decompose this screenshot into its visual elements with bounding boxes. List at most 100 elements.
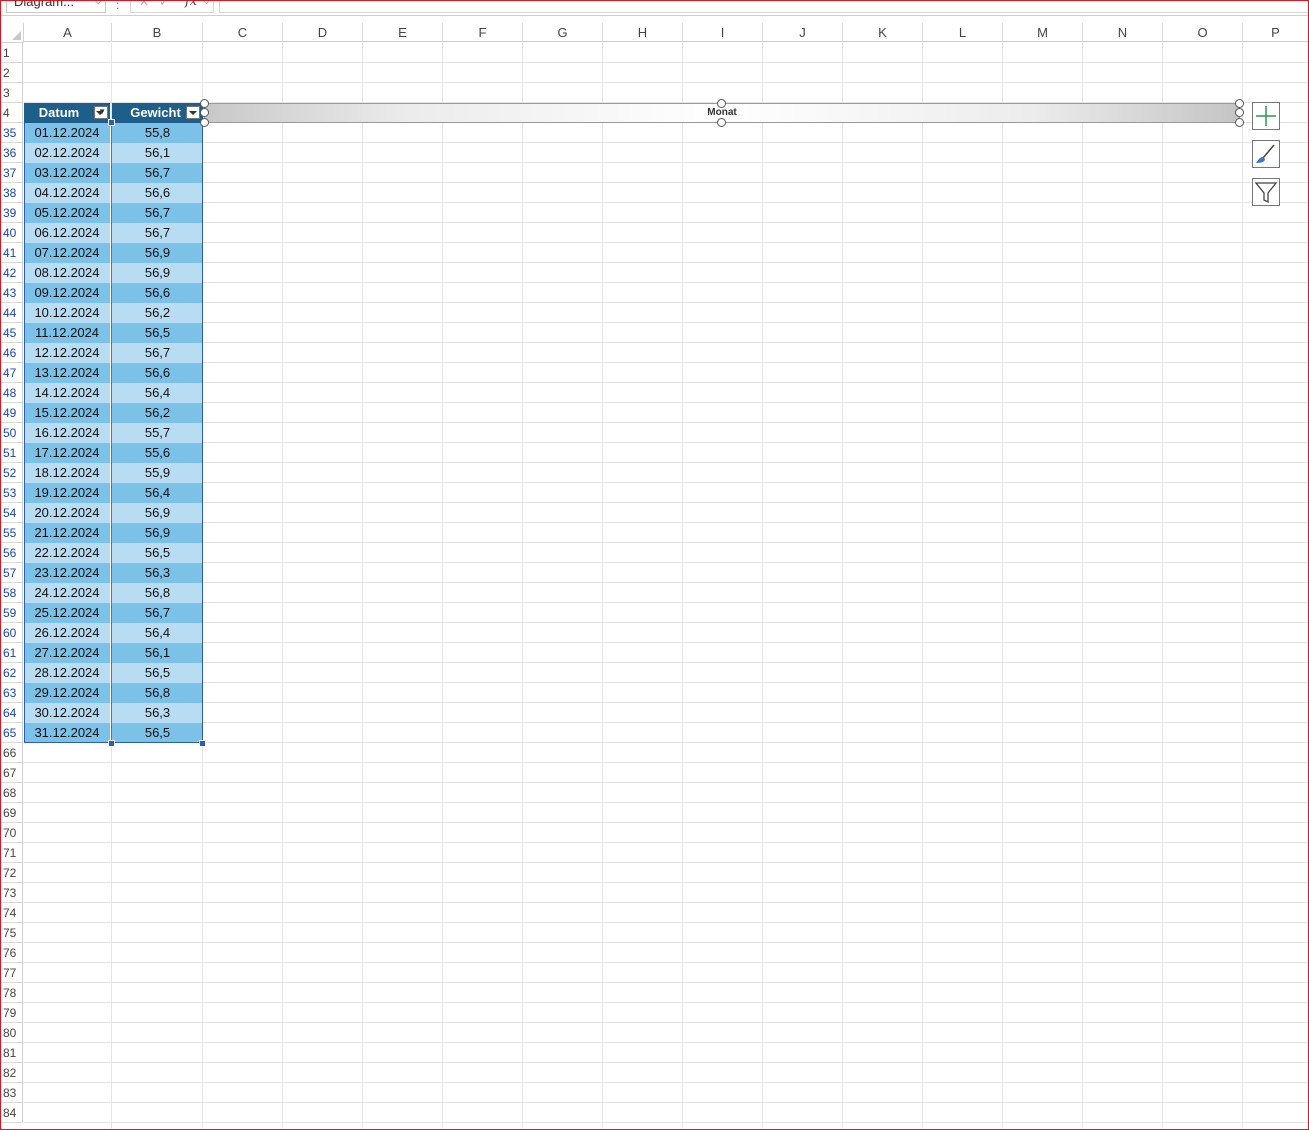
weight-cell[interactable]: 56,5: [112, 323, 203, 343]
row-header-62[interactable]: 62: [1, 663, 23, 683]
date-cell[interactable]: 15.12.2024: [24, 403, 111, 423]
row-header-72[interactable]: 72: [1, 863, 23, 883]
resize-handle[interactable]: [200, 108, 209, 117]
selection-handle[interactable]: [199, 740, 206, 747]
date-cell[interactable]: 25.12.2024: [24, 603, 111, 623]
filter-active-icon[interactable]: ▼: [94, 106, 108, 119]
column-header-i[interactable]: I: [683, 23, 763, 42]
row-header-53[interactable]: 53: [1, 483, 23, 503]
resize-handle[interactable]: [717, 99, 726, 108]
row-header-47[interactable]: 47: [1, 363, 23, 383]
resize-handle[interactable]: [200, 99, 209, 108]
column-header-o[interactable]: O: [1163, 23, 1243, 42]
date-cell[interactable]: 28.12.2024: [24, 663, 111, 683]
weight-cell[interactable]: 55,8: [112, 123, 203, 143]
date-cell[interactable]: 16.12.2024: [24, 423, 111, 443]
date-cell[interactable]: 26.12.2024: [24, 623, 111, 643]
confirm-icon[interactable]: ✓: [159, 0, 169, 9]
date-cell[interactable]: 29.12.2024: [24, 683, 111, 703]
row-header-78[interactable]: 78: [1, 983, 23, 1003]
weight-cell[interactable]: 56,7: [112, 343, 203, 363]
column-header-p[interactable]: P: [1243, 23, 1309, 42]
column-header-g[interactable]: G: [523, 23, 603, 42]
weight-cell[interactable]: 56,6: [112, 283, 203, 303]
weight-cell[interactable]: 56,9: [112, 243, 203, 263]
weight-cell[interactable]: 56,4: [112, 623, 203, 643]
column-header-l[interactable]: L: [923, 23, 1003, 42]
date-cell[interactable]: 23.12.2024: [24, 563, 111, 583]
row-header-46[interactable]: 46: [1, 343, 23, 363]
row-header-50[interactable]: 50: [1, 423, 23, 443]
row-header-56[interactable]: 56: [1, 543, 23, 563]
row-header-64[interactable]: 64: [1, 703, 23, 723]
resize-handle[interactable]: [1235, 99, 1244, 108]
date-cell[interactable]: 30.12.2024: [24, 703, 111, 723]
filter-dropdown-icon[interactable]: [186, 106, 200, 119]
row-header-41[interactable]: 41: [1, 243, 23, 263]
weight-cell[interactable]: 56,9: [112, 523, 203, 543]
row-header-39[interactable]: 39: [1, 203, 23, 223]
date-cell[interactable]: 20.12.2024: [24, 503, 111, 523]
row-header-61[interactable]: 61: [1, 643, 23, 663]
row-header-76[interactable]: 76: [1, 943, 23, 963]
row-header-58[interactable]: 58: [1, 583, 23, 603]
weight-cell[interactable]: 56,5: [112, 543, 203, 563]
select-all-button[interactable]: [1, 23, 24, 43]
column-header-k[interactable]: K: [843, 23, 923, 42]
column-header-f[interactable]: F: [443, 23, 523, 42]
row-header-57[interactable]: 57: [1, 563, 23, 583]
date-cell[interactable]: 09.12.2024: [24, 283, 111, 303]
weight-cell[interactable]: 56,7: [112, 223, 203, 243]
column-header-j[interactable]: J: [763, 23, 843, 42]
row-header-69[interactable]: 69: [1, 803, 23, 823]
cell-grid[interactable]: [24, 43, 1309, 1130]
date-cell[interactable]: 08.12.2024: [24, 263, 111, 283]
row-header-2[interactable]: 2: [1, 63, 23, 83]
row-header-40[interactable]: 40: [1, 223, 23, 243]
column-header-d[interactable]: D: [283, 23, 363, 42]
chart-styles-button[interactable]: [1252, 140, 1280, 168]
date-cell[interactable]: 24.12.2024: [24, 583, 111, 603]
row-header-66[interactable]: 66: [1, 743, 23, 763]
weight-cell[interactable]: 56,3: [112, 703, 203, 723]
weight-cell[interactable]: 56,7: [112, 603, 203, 623]
column-header-h[interactable]: H: [603, 23, 683, 42]
row-header-74[interactable]: 74: [1, 903, 23, 923]
weight-cell[interactable]: 56,9: [112, 503, 203, 523]
date-cell[interactable]: 05.12.2024: [24, 203, 111, 223]
row-header-42[interactable]: 42: [1, 263, 23, 283]
selection-handle[interactable]: [108, 740, 115, 747]
row-header-51[interactable]: 51: [1, 443, 23, 463]
date-cell[interactable]: 27.12.2024: [24, 643, 111, 663]
date-cell[interactable]: 12.12.2024: [24, 343, 111, 363]
insert-function-icon[interactable]: fx: [185, 0, 197, 9]
name-box[interactable]: Diagram... ⌵: [6, 0, 106, 13]
resize-handle[interactable]: [1235, 108, 1244, 117]
column-header-n[interactable]: N: [1083, 23, 1163, 42]
row-header-52[interactable]: 52: [1, 463, 23, 483]
date-cell[interactable]: 10.12.2024: [24, 303, 111, 323]
chart-filters-button[interactable]: [1252, 178, 1280, 206]
row-header-60[interactable]: 60: [1, 623, 23, 643]
row-header-1[interactable]: 1: [1, 43, 23, 63]
weight-cell[interactable]: 56,6: [112, 363, 203, 383]
weight-cell[interactable]: 56,4: [112, 483, 203, 503]
weight-cell[interactable]: 56,5: [112, 663, 203, 683]
chevron-down-icon[interactable]: ⌵: [94, 0, 102, 8]
row-header-67[interactable]: 67: [1, 763, 23, 783]
weight-cell[interactable]: 55,9: [112, 463, 203, 483]
row-header-84[interactable]: 84: [1, 1103, 23, 1123]
row-header-75[interactable]: 75: [1, 923, 23, 943]
date-cell[interactable]: 11.12.2024: [24, 323, 111, 343]
row-header-82[interactable]: 82: [1, 1063, 23, 1083]
weight-cell[interactable]: 56,1: [112, 143, 203, 163]
date-cell[interactable]: 13.12.2024: [24, 363, 111, 383]
weight-cell[interactable]: 56,7: [112, 163, 203, 183]
weight-cell[interactable]: 56,5: [112, 723, 203, 743]
row-header-65[interactable]: 65: [1, 723, 23, 743]
weight-cell[interactable]: 56,7: [112, 203, 203, 223]
weight-cell[interactable]: 56,3: [112, 563, 203, 583]
formula-input[interactable]: [219, 0, 1309, 13]
row-header-48[interactable]: 48: [1, 383, 23, 403]
weight-cell[interactable]: 56,1: [112, 643, 203, 663]
